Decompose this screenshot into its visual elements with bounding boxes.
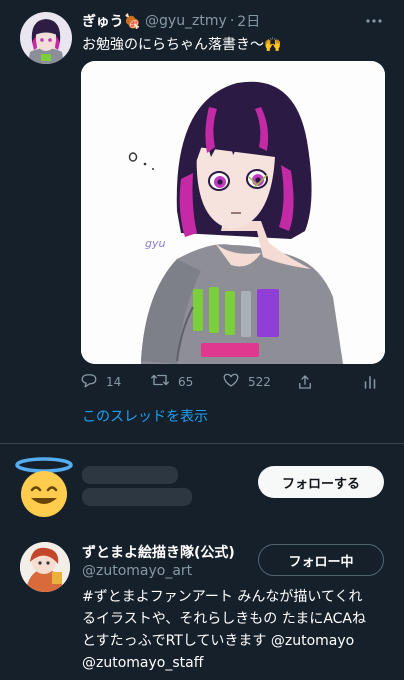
bio-line: @zutomayo_staff: [82, 655, 204, 671]
tweet-image[interactable]: gyu: [81, 61, 385, 364]
reply-icon[interactable]: [80, 371, 98, 393]
like-count: 522: [248, 375, 271, 389]
bio-line: とすたっふでRTしていきます @zutomayo: [82, 633, 355, 649]
name-placeholder: [82, 466, 178, 484]
handle-placeholder: [82, 488, 192, 506]
like-action[interactable]: 522: [222, 372, 271, 392]
reply-action[interactable]: 14: [80, 372, 121, 392]
section-divider: [0, 443, 404, 444]
follow-suggestion-1[interactable]: フォローする: [0, 452, 404, 522]
bio-line: るイラストや、それらしきもの たまにACAね: [82, 611, 367, 627]
tweet-actions: 14 65 522: [80, 372, 380, 392]
separator-dot: ·: [229, 13, 235, 29]
follow-button[interactable]: フォローする: [258, 466, 384, 498]
tweet[interactable]: ぎゅう🍖 @gyu_ztmy · 2日 お勉強のにらちゃん落書き〜🙌 gyu 1…: [0, 0, 404, 440]
following-button[interactable]: フォロー中: [258, 544, 384, 576]
like-icon[interactable]: [222, 371, 240, 393]
retweet-icon[interactable]: [150, 371, 170, 393]
author-name[interactable]: ぎゅう🍖: [82, 11, 141, 31]
author-avatar[interactable]: [20, 12, 72, 64]
share-icon[interactable]: [296, 372, 314, 392]
zutomayo-art-avatar[interactable]: [20, 542, 70, 592]
user-bio: #ずとまよファンアート みんなが描いてくれ るイラストや、それらしきもの たまに…: [82, 586, 382, 674]
bio-line: #ずとまよファンアート みんなが描いてくれ: [82, 589, 363, 605]
analytics-icon[interactable]: [362, 372, 378, 392]
tweet-text: お勉強のにらちゃん落書き〜🙌: [82, 37, 282, 53]
signature-text: gyu: [145, 237, 165, 250]
show-thread-link[interactable]: このスレッドを表示: [82, 406, 208, 426]
follow-suggestion-2[interactable]: ずとまよ絵描き隊(公式) @zutomayo_art フォロー中 #ずとまよファ…: [0, 536, 404, 680]
reply-count: 14: [106, 375, 122, 389]
tweet-header: ぎゅう🍖 @gyu_ztmy · 2日: [82, 11, 260, 31]
more-icon[interactable]: [362, 12, 386, 30]
retweet-action[interactable]: 65: [150, 372, 193, 392]
suggested-user-name[interactable]: ずとまよ絵描き隊(公式): [82, 542, 235, 562]
retweet-count: 65: [178, 375, 194, 389]
author-handle[interactable]: @gyu_ztmy: [145, 13, 227, 29]
tweet-time[interactable]: 2日: [237, 11, 260, 31]
halo-smiling-face-icon[interactable]: [14, 456, 74, 518]
suggested-user-handle[interactable]: @zutomayo_art: [82, 563, 192, 579]
